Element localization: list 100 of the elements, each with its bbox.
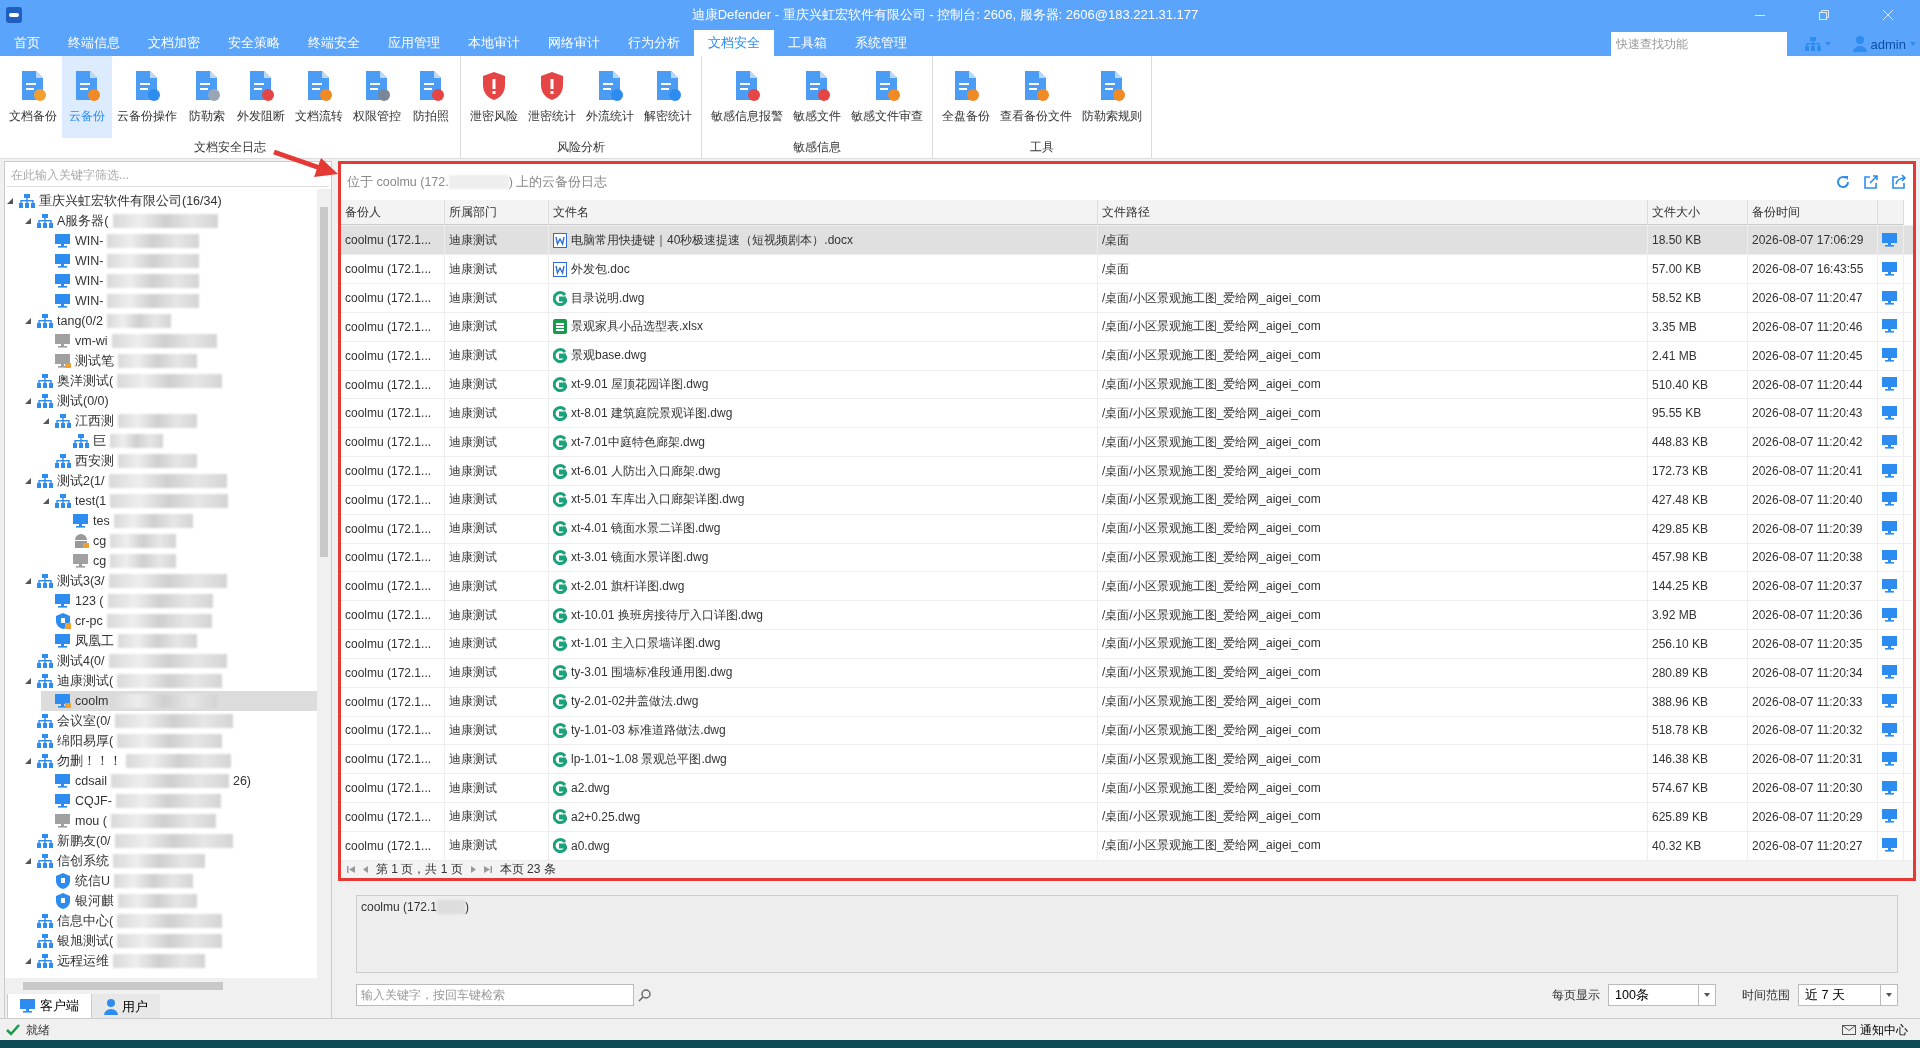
- table-row[interactable]: coolmu (172.1... 迪康测试 外发包.doc /桌面 57.00 KB 2026-08-07 16:43:55: [341, 255, 1913, 285]
- toolbar-button[interactable]: 外流统计: [581, 56, 639, 138]
- tree-item[interactable]: test(1: [41, 491, 317, 511]
- expanded-icon[interactable]: [25, 578, 31, 584]
- tree-item[interactable]: WIN-: [41, 271, 317, 291]
- expanded-icon[interactable]: [7, 198, 13, 204]
- toolbar-button[interactable]: 防勒索规则: [1077, 56, 1147, 138]
- tree-item[interactable]: A服务器(: [23, 211, 317, 231]
- tree-item[interactable]: tes: [59, 511, 317, 531]
- table-row[interactable]: coolmu (172.1... 迪康测试 a0.dwg /桌面/小区景观施工图_爱给网_aigei_com 40.32 KB 2026-08-07 11:20:27: [341, 831, 1913, 861]
- table-row[interactable]: coolmu (172.1... 迪康测试 ty-1.01-03 标准道路做法.dwg /桌面/小区景观施工图_爱给网_aigei_com 518.78 KB 2026-08-07 11:20:32: [341, 716, 1913, 746]
- expanded-icon[interactable]: [25, 958, 31, 964]
- tree-item[interactable]: 银旭测试(: [23, 931, 317, 951]
- expanded-icon[interactable]: [25, 318, 31, 324]
- expanded-icon[interactable]: [25, 678, 31, 684]
- column-header[interactable]: 备份时间: [1748, 200, 1878, 226]
- toolbar-button[interactable]: 敏感文件审查: [846, 56, 928, 138]
- export-icon[interactable]: [1863, 174, 1879, 191]
- tree-item[interactable]: 测试3(3/: [23, 571, 317, 591]
- table-row[interactable]: coolmu (172.1... 迪康测试 电脑常用快捷键｜40秒极速提速（短视频剧本）.docx /桌面 18.50 KB 2026-08-07 17:06:29: [341, 226, 1913, 256]
- toolbar-button[interactable]: 文档流转: [290, 56, 348, 138]
- page-size-dropdown[interactable]: 100条: [1608, 984, 1716, 1006]
- table-row[interactable]: coolmu (172.1... 迪康测试 lp-1.01~1.08 景观总平图.dwg /桌面/小区景观施工图_爱给网_aigei_com 146.38 KB 2026-08-07 11:20:31: [341, 745, 1913, 775]
- toolbar-button[interactable]: 权限管控: [348, 56, 406, 138]
- tree-item[interactable]: 新鹏友(0/: [23, 831, 317, 851]
- toolbar-button[interactable]: 云备份操作: [112, 56, 182, 138]
- table-row[interactable]: coolmu (172.1... 迪康测试 xt-3.01 镜面水景详图.dwg /桌面/小区景观施工图_爱给网_aigei_com 457.98 KB 2026-08-07 11:20:38: [341, 543, 1913, 573]
- tree-item[interactable]: 信息中心(: [23, 911, 317, 931]
- tree-item[interactable]: 江西测: [41, 411, 317, 431]
- tree-item[interactable]: 巨: [59, 431, 317, 451]
- tree-item[interactable]: WIN-: [41, 291, 317, 311]
- tree-item[interactable]: 西安测: [41, 451, 317, 471]
- table-row[interactable]: coolmu (172.1... 迪康测试 xt-2.01 旗杆详图.dwg /桌面/小区景观施工图_爱给网_aigei_com 144.25 KB 2026-08-07 11:20:37: [341, 572, 1913, 602]
- tree-item[interactable]: 奥洋测试(: [23, 371, 317, 391]
- panel-tab[interactable]: 客户端: [7, 994, 92, 1020]
- notification-button[interactable]: 通知中心: [1836, 1020, 1914, 1040]
- tree-item[interactable]: WIN-: [41, 231, 317, 251]
- table-row[interactable]: coolmu (172.1... 迪康测试 ty-3.01 围墙标准段通用图.dwg /桌面/小区景观施工图_爱给网_aigei_com 280.89 KB 2026-08-07 11:20:34: [341, 658, 1913, 688]
- table-row[interactable]: coolmu (172.1... 迪康测试 xt-9.01 屋顶花园详图.dwg /桌面/小区景观施工图_爱给网_aigei_com 510.40 KB 2026-08-07 11:20:44: [341, 370, 1913, 400]
- table-row[interactable]: coolmu (172.1... 迪康测试 景观家具小品选型表.xlsx /桌面/小区景观施工图_爱给网_aigei_com 3.35 MB 2026-08-07 11:20:46: [341, 312, 1913, 342]
- toolbar-button[interactable]: 泄密风险: [465, 56, 523, 138]
- tree-item[interactable]: vm-wi: [41, 331, 317, 351]
- toolbar-button[interactable]: 泄密统计: [523, 56, 581, 138]
- tree-item[interactable]: 测试笔: [41, 351, 317, 371]
- column-header[interactable]: 文件路径: [1098, 200, 1648, 226]
- expanded-icon[interactable]: [25, 758, 31, 764]
- toolbar-button[interactable]: 解密统计: [639, 56, 697, 138]
- tree-item[interactable]: 统信U: [41, 871, 317, 891]
- table-row[interactable]: coolmu (172.1... 迪康测试 xt-4.01 镜面水景二详图.dwg /桌面/小区景观施工图_爱给网_aigei_com 429.85 KB 2026-08-07 11:20:39: [341, 514, 1913, 544]
- tree-item[interactable]: cg: [59, 531, 317, 551]
- toolbar-button[interactable]: 查看备份文件: [995, 56, 1077, 138]
- tree-item[interactable]: 测试4(0/: [23, 651, 317, 671]
- time-range-dropdown[interactable]: 近 7 天: [1798, 984, 1898, 1006]
- tree-item[interactable]: 勿删！！！: [23, 751, 317, 771]
- expanded-icon[interactable]: [25, 218, 31, 224]
- tree-item[interactable]: 迪康测试(: [23, 671, 317, 691]
- scrollbar[interactable]: [317, 189, 331, 978]
- quick-search-field[interactable]: 快速查找功能: [1610, 32, 1787, 56]
- search-field[interactable]: 输入关键字，按回车键检索: [356, 984, 634, 1006]
- table-row[interactable]: coolmu (172.1... 迪康测试 a2+0.25.dwg /桌面/小区景观施工图_爱给网_aigei_com 625.89 KB 2026-08-07 11:20:29: [341, 803, 1913, 832]
- toolbar-button[interactable]: 防拍照: [406, 56, 456, 138]
- share-icon[interactable]: [1891, 174, 1907, 191]
- table-row[interactable]: coolmu (172.1... 迪康测试 xt-5.01 车库出入口廊架详图.dwg /桌面/小区景观施工图_爱给网_aigei_com 427.48 KB 2026-08-07 11:20:40: [341, 485, 1913, 515]
- previous-page-icon[interactable]: [363, 865, 368, 873]
- table-row[interactable]: coolmu (172.1... 迪康测试 目录说明.dwg /桌面/小区景观施工图_爱给网_aigei_com 58.52 KB 2026-08-07 11:20:47: [341, 284, 1913, 313]
- toolbar-button[interactable]: 全盘备份: [937, 56, 995, 138]
- column-header[interactable]: 文件名: [549, 200, 1098, 226]
- table-row[interactable]: coolmu (172.1... 迪康测试 ty-2.01-02井盖做法.dwg /桌面/小区景观施工图_爱给网_aigei_com 388.96 KB 2026-08-07 11:20:33: [341, 687, 1913, 717]
- tree-item[interactable]: WIN-: [41, 251, 317, 271]
- toolbar-button[interactable]: 外发阻断: [232, 56, 290, 138]
- table-row[interactable]: coolmu (172.1... 迪康测试 xt-1.01 主入口景墙详图.dwg /桌面/小区景观施工图_爱给网_aigei_com 256.10 KB 2026-08-07 11:20:35: [341, 630, 1913, 659]
- tree-item[interactable]: 测试2(1/: [23, 471, 317, 491]
- next-page-icon[interactable]: [470, 865, 476, 873]
- tree-item[interactable]: 远程运维: [23, 951, 317, 971]
- column-header[interactable]: 文件大小: [1648, 200, 1748, 226]
- column-header[interactable]: 所属部门: [445, 200, 549, 226]
- tree-item[interactable]: 信创系统: [23, 851, 317, 871]
- table-row[interactable]: coolmu (172.1... 迪康测试 xt-10.01 换班房接待厅入口详图.dwg /桌面/小区景观施工图_爱给网_aigei_com 3.92 MB 2026-08-07 11:20:36: [341, 601, 1913, 631]
- panel-tab[interactable]: 用户: [92, 994, 160, 1020]
- search-icon[interactable]: [638, 988, 652, 1002]
- tree-item[interactable]: 123 (: [41, 591, 317, 611]
- tree-item[interactable]: cg: [59, 551, 317, 571]
- toolbar-button[interactable]: 防勒索: [182, 56, 232, 138]
- refresh-icon[interactable]: [1835, 174, 1851, 191]
- tree-item[interactable]: 银河麒: [41, 891, 317, 911]
- table-row[interactable]: coolmu (172.1... 迪康测试 xt-8.01 建筑庭院景观详图.dwg /桌面/小区景观施工图_爱给网_aigei_com 95.55 KB 2026-08-07 11:20:43: [341, 399, 1913, 429]
- table-row[interactable]: coolmu (172.1... 迪康测试 a2.dwg /桌面/小区景观施工图_爱给网_aigei_com 574.67 KB 2026-08-07 11:20:30: [341, 774, 1913, 804]
- tree-item[interactable]: 绵阳易厚(: [23, 731, 317, 751]
- tree-item[interactable]: mou (: [41, 811, 317, 831]
- tree-item[interactable]: cdsail 26): [41, 771, 317, 791]
- tree-item[interactable]: coolm: [41, 691, 317, 711]
- column-header[interactable]: 备份人: [341, 200, 445, 226]
- toolbar-button[interactable]: 敏感信息报警: [706, 56, 788, 138]
- toolbar-button[interactable]: 文档备份: [4, 56, 62, 138]
- menu-tab[interactable]: 文档安全: [694, 30, 774, 56]
- last-page-icon[interactable]: [483, 865, 492, 873]
- toolbar-button[interactable]: 敏感文件: [788, 56, 846, 138]
- tree-item[interactable]: cr-pc: [41, 611, 317, 631]
- expanded-icon[interactable]: [43, 498, 49, 504]
- table-row[interactable]: coolmu (172.1... 迪康测试 xt-6.01 人防出入口廊架.dwg /桌面/小区景观施工图_爱给网_aigei_com 172.73 KB 2026-08-07 11:20:41: [341, 457, 1913, 486]
